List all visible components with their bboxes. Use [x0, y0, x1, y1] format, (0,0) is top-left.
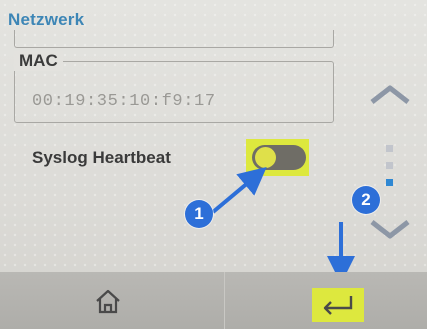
- enter-return-icon: [323, 296, 353, 315]
- scroll-position-dot-active: [386, 179, 393, 186]
- scroll-position-dot: [386, 162, 393, 169]
- mac-label: MAC: [14, 51, 63, 71]
- annotation-badge-1: 1: [185, 200, 213, 228]
- footer-divider: [224, 272, 225, 329]
- mac-value: 00:19:35:10:f9:17: [32, 92, 216, 111]
- page-title: Netzwerk: [8, 10, 85, 29]
- previous-group-border: [14, 30, 334, 48]
- syslog-heartbeat-toggle[interactable]: [252, 145, 306, 170]
- back-button[interactable]: [312, 288, 364, 322]
- syslog-heartbeat-label: Syslog Heartbeat: [32, 148, 171, 167]
- device-screen: Netzwerk MAC 00:19:35:10:f9:17 Syslog He…: [0, 0, 427, 329]
- annotation-badge-2: 2: [352, 186, 380, 214]
- home-icon: [96, 289, 120, 314]
- chevron-down-icon[interactable]: [368, 216, 412, 242]
- chevron-up-icon[interactable]: [368, 80, 412, 106]
- home-button[interactable]: [84, 283, 132, 319]
- scroll-position-dot: [386, 145, 393, 152]
- toggle-knob: [255, 147, 276, 168]
